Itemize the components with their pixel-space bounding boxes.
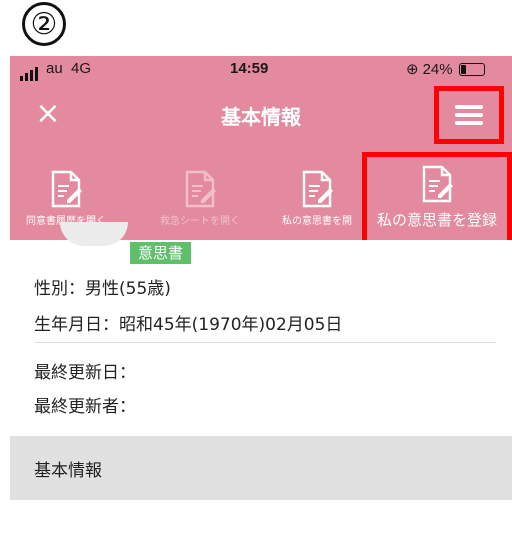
tool-label: 私の意思書を登録 — [376, 211, 497, 229]
battery-percent: 24% — [422, 60, 453, 78]
status-right-group: ⊕ 24% — [406, 60, 485, 78]
divider — [34, 342, 496, 343]
document-edit-icon — [302, 170, 333, 208]
register-my-intention-button[interactable]: 私の意思書を登録 — [362, 152, 512, 252]
document-edit-icon — [422, 165, 453, 203]
section-header[interactable]: 基本情報 — [10, 436, 512, 500]
orientation-lock-icon: ⊕ — [406, 61, 419, 78]
menu-button[interactable] — [434, 86, 504, 144]
tool-label: 救急シートを開く — [160, 216, 240, 227]
open-my-intention-button[interactable]: 私の意思書を開 — [272, 144, 362, 240]
birthdate-text: 生年月日：昭和45年(1970年)02月05日 — [34, 315, 343, 335]
tool-label: 私の意思書を開 — [282, 216, 352, 227]
profile-content: 意思書 性別：男性(55歳) 生年月日：昭和45年(1970年)02月05日 最… — [10, 222, 512, 535]
last-updated-by-text: 最終更新者： — [34, 397, 136, 417]
intention-tag: 意思書 — [130, 242, 192, 264]
last-updated-date-text: 最終更新日： — [34, 363, 136, 383]
status-time: 14:59 — [230, 60, 269, 77]
section-title: 基本情報 — [34, 461, 102, 481]
avatar — [60, 222, 128, 246]
phone-screen: au 4G 14:59 ⊕ 24% × 基本情報 救急シートを開く 私の意思書を… — [10, 56, 512, 535]
battery-icon — [458, 62, 485, 76]
hamburger-line — [455, 113, 483, 117]
hamburger-line — [455, 121, 483, 125]
document-edit-icon — [51, 170, 82, 208]
open-emergency-sheet-button[interactable]: 救急シートを開く — [142, 144, 258, 240]
status-bar: au 4G 14:59 ⊕ 24% — [10, 56, 512, 86]
navigation-bar: × 基本情報 — [10, 86, 512, 144]
gender-age-text: 性別：男性(55歳) — [34, 279, 171, 299]
signal-strength-icon — [20, 67, 38, 81]
battery-fill — [460, 64, 466, 74]
document-edit-icon — [185, 170, 216, 208]
step-number-marker: ② — [22, 2, 66, 46]
carrier-label: au 4G — [46, 60, 92, 77]
hamburger-menu-icon — [455, 105, 483, 109]
